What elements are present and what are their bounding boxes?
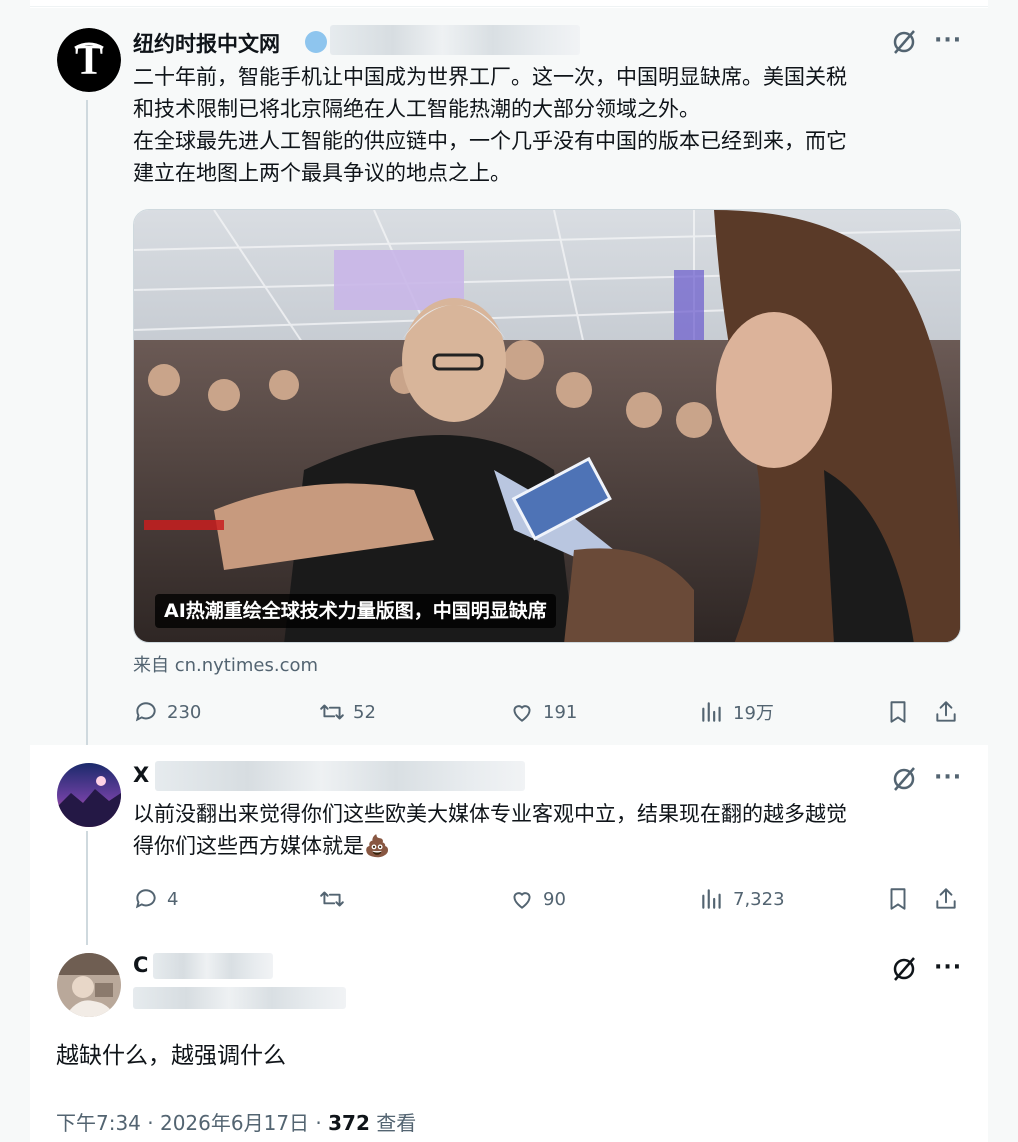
post-text: 二十年前，智能手机让中国成为世界工厂。这一次，中国明显缺席。美国关税 和技术限制…	[133, 61, 847, 189]
share-icon	[936, 888, 956, 909]
post-timestamp[interactable]: 下午7:34 · 2026年6月17日 · 372 查看	[56, 1107, 416, 1136]
repost-icon	[320, 891, 344, 907]
more-icon[interactable]: ···	[934, 767, 962, 789]
views-icon	[702, 702, 721, 722]
reply-text: 以前没翻出来觉得你们这些欧美大媒体专业客观中立，结果现在翻的越多越觉 得你们这些…	[133, 798, 847, 862]
bookmark-button[interactable]	[885, 883, 919, 915]
share-icon	[936, 701, 956, 722]
view-label: 查看	[369, 1111, 417, 1135]
repost-count: 52	[353, 701, 376, 723]
grok-icon[interactable]	[890, 765, 918, 793]
like-count: 90	[543, 888, 566, 910]
like-button[interactable]: 90	[509, 883, 566, 915]
reply-count: 4	[167, 888, 179, 910]
view-count: 372	[328, 1111, 370, 1135]
heart-icon	[513, 705, 531, 722]
grok-icon[interactable]	[890, 955, 918, 983]
like-count: 191	[543, 701, 578, 723]
heart-icon	[513, 892, 531, 909]
user-avatar[interactable]	[57, 763, 121, 827]
reply-button[interactable]: 4	[133, 883, 178, 915]
link-card-title: AI热潮重绘全球技术力量版图，中国明显缺席	[155, 594, 556, 628]
focused-post[interactable]: C ··· 越缺什么，越强调什么 下午7:34 · 2026年6月17日 · 3…	[30, 935, 988, 1142]
thread-line	[86, 935, 88, 945]
views-icon	[702, 889, 721, 909]
post-text-line: 在全球最先进人工智能的供应链中，一个几乎没有中国的版本已经到来，而它	[133, 129, 847, 153]
more-icon[interactable]: ···	[934, 30, 962, 52]
like-button[interactable]: 191	[509, 696, 577, 728]
reply-text-line: 以前没翻出来觉得你们这些欧美大媒体专业客观中立，结果现在翻的越多越觉	[133, 802, 847, 826]
view-count: 7,323	[733, 888, 785, 910]
reply-icon	[135, 889, 156, 909]
view-count: 19万	[733, 703, 774, 724]
link-card-image[interactable]: AI热潮重绘全球技术力量版图，中国明显缺席	[133, 209, 961, 643]
reply-count: 230	[167, 701, 202, 723]
repost-button[interactable]: 52	[319, 696, 376, 728]
grok-icon[interactable]	[890, 28, 918, 56]
redacted-handle	[330, 25, 580, 55]
action-bar: 230 52 191 19万	[133, 696, 965, 728]
share-button[interactable]	[933, 696, 967, 728]
redacted-name	[153, 953, 273, 979]
thread-line	[86, 831, 88, 935]
nytimes-avatar[interactable]: T	[57, 28, 121, 92]
bookmark-icon	[890, 888, 906, 910]
reply-button[interactable]: 230	[133, 696, 201, 728]
repost-icon	[320, 704, 344, 720]
author-name[interactable]: C	[133, 953, 148, 977]
event-photo	[134, 210, 960, 642]
more-icon[interactable]: ···	[934, 957, 962, 979]
reply-post[interactable]: X ··· 以前没翻出来觉得你们这些欧美大媒体专业客观中立，结果现在翻的越多越觉…	[30, 745, 988, 935]
post-text-line: 二十年前，智能手机让中国成为世界工厂。这一次，中国明显缺席。美国关税	[133, 65, 847, 89]
redacted-handle	[133, 987, 346, 1009]
reply-icon	[135, 702, 156, 722]
redacted-name	[155, 761, 525, 791]
divider	[30, 6, 988, 7]
bookmark-button[interactable]	[885, 696, 919, 728]
author-name[interactable]: X	[133, 763, 149, 787]
post-text-line: 和技术限制已将北京隔绝在人工智能热潮的大部分领域之外。	[133, 97, 700, 121]
main-post[interactable]: T 纽约时报中文网 ··· 二十年前，智能手机让中国成为世界工厂。这一次，中国明…	[30, 8, 988, 745]
timestamp-text[interactable]: 下午7:34 · 2026年6月17日 ·	[56, 1111, 328, 1135]
share-button[interactable]	[933, 883, 967, 915]
thread-line	[86, 100, 88, 745]
views-button[interactable]: 7,323	[699, 883, 785, 915]
views-button[interactable]: 19万	[699, 696, 774, 728]
verified-badge-icon	[305, 31, 327, 53]
user-avatar[interactable]	[57, 953, 121, 1017]
bookmark-icon	[890, 701, 906, 723]
action-bar: 4 90 7,323	[133, 883, 965, 915]
author-name[interactable]: 纽约时报中文网	[133, 28, 280, 58]
post-text-line: 建立在地图上两个最具争议的地点之上。	[133, 161, 511, 185]
focused-post-text: 越缺什么，越强调什么	[56, 1043, 286, 1069]
repost-button[interactable]	[319, 883, 353, 915]
link-source[interactable]: 来自 cn.nytimes.com	[133, 651, 318, 677]
reply-text-line: 得你们这些西方媒体就是💩	[133, 834, 391, 858]
